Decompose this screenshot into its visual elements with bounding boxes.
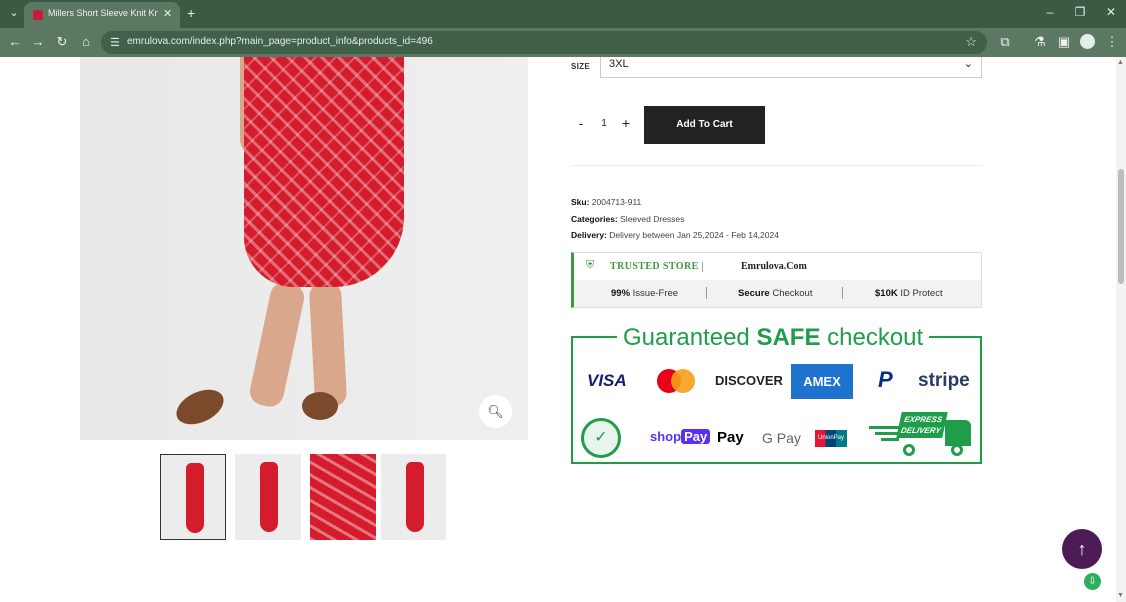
delivery-line: Delivery: Delivery between Jan 25,2024 -… bbox=[571, 230, 779, 240]
close-icon[interactable]: ✕ bbox=[163, 7, 172, 20]
divider bbox=[571, 165, 982, 166]
model-leg bbox=[247, 279, 307, 410]
browser-toolbar: ← → ↻ ⌂ ☰ emrulova.com/index.php?main_pa… bbox=[0, 28, 1126, 57]
favicon bbox=[33, 10, 43, 20]
sidepanel-icon[interactable]: ▣ bbox=[1056, 34, 1072, 50]
dress bbox=[244, 57, 404, 287]
address-bar[interactable]: ☰ emrulova.com/index.php?main_page=produ… bbox=[101, 31, 987, 54]
chevron-down-icon: ⌄ bbox=[963, 58, 973, 70]
download-icon[interactable]: ⇩ bbox=[1084, 573, 1101, 590]
restore-icon[interactable]: ❐ bbox=[1070, 5, 1090, 19]
tune-icon[interactable]: ☰ bbox=[110, 36, 120, 49]
paypal-logo: P bbox=[878, 367, 893, 392]
thumbnail-3[interactable] bbox=[310, 454, 376, 540]
categories-line: Categories: Sleeved Dresses bbox=[571, 214, 685, 224]
sandal bbox=[171, 382, 229, 432]
scroll-up-arrow-icon[interactable]: ▲ bbox=[1117, 59, 1124, 66]
home-icon[interactable]: ⌂ bbox=[78, 34, 94, 50]
browser-tab[interactable]: Millers Short Sleeve Knit Knee l ✕ bbox=[24, 2, 180, 28]
zoom-in-icon[interactable]: 🔍︎ bbox=[479, 395, 512, 428]
thumbnail-4[interactable] bbox=[381, 454, 446, 540]
forward-arrow-icon[interactable]: → bbox=[30, 34, 46, 50]
safe-checkout-title: Guaranteed SAFE checkout bbox=[617, 324, 930, 352]
shoppay-logo: shop Pay bbox=[650, 429, 711, 444]
category-link[interactable]: Sleeved Dresses bbox=[620, 214, 684, 224]
sku-line: Sku: 2004713-911 bbox=[571, 197, 642, 207]
back-arrow-icon[interactable]: ← bbox=[7, 34, 23, 50]
browser-tab-bar: ⌄ Millers Short Sleeve Knit Knee l ✕ + –… bbox=[0, 0, 1126, 28]
trust-badge-box: ⛨ TRUSTED STORE Emrulova.Com 99% Issue-F… bbox=[571, 252, 982, 308]
scroll-down-arrow-icon[interactable]: ▼ bbox=[1117, 592, 1124, 599]
store-name: Emrulova.Com bbox=[741, 261, 807, 272]
amex-logo: AMEX bbox=[791, 364, 853, 399]
page-scrollbar[interactable]: ▲ ▼ bbox=[1116, 57, 1126, 602]
kebab-icon[interactable]: ⋮ bbox=[1104, 34, 1120, 50]
size-label: SIZE bbox=[571, 62, 590, 71]
applepay-logo: Pay bbox=[717, 429, 744, 446]
chevron-down-icon[interactable]: ⌄ bbox=[6, 5, 22, 21]
minimize-icon[interactable]: – bbox=[1040, 5, 1060, 19]
qty-increment-button[interactable]: + bbox=[619, 115, 633, 131]
qty-value[interactable]: 1 bbox=[599, 118, 609, 129]
reload-icon[interactable]: ↻ bbox=[54, 34, 70, 50]
profile-icon[interactable] bbox=[1080, 34, 1095, 49]
add-to-cart-button[interactable]: Add To Cart bbox=[644, 106, 765, 144]
stripe-logo: stripe bbox=[918, 370, 970, 391]
tab-title: Millers Short Sleeve Knit Knee l bbox=[48, 8, 158, 18]
size-select[interactable]: 3XL ⌄ bbox=[600, 57, 982, 78]
express-delivery-logo: EXPRESS DELIVERY bbox=[869, 412, 977, 460]
thumbnail-2[interactable] bbox=[235, 454, 301, 540]
window-close-icon[interactable]: ✕ bbox=[1101, 5, 1121, 19]
safe-secure-seal: ✓ bbox=[581, 418, 621, 458]
product-main-image[interactable]: 🔍︎ bbox=[80, 57, 528, 440]
visa-logo: VISA bbox=[587, 371, 627, 390]
unionpay-logo: UnionPay bbox=[815, 430, 847, 447]
trusted-store-label: TRUSTED STORE bbox=[610, 261, 699, 272]
qty-decrement-button[interactable]: - bbox=[574, 115, 588, 131]
googlepay-logo: G Pay bbox=[762, 430, 801, 446]
size-value: 3XL bbox=[609, 58, 629, 70]
puzzle-icon[interactable]: ⧉ bbox=[997, 34, 1013, 50]
star-icon[interactable]: ☆ bbox=[965, 34, 977, 50]
scroll-to-top-button[interactable]: ↑ bbox=[1062, 529, 1102, 569]
plus-icon[interactable]: + bbox=[187, 5, 195, 21]
trust-item: Secure Checkout bbox=[738, 288, 813, 299]
scroll-thumb[interactable] bbox=[1118, 169, 1124, 284]
flask-icon[interactable]: ⚗ bbox=[1032, 34, 1048, 50]
trust-item: $10K ID Protect bbox=[875, 288, 943, 299]
model-leg bbox=[308, 281, 348, 408]
trust-item: 99% Issue-Free bbox=[611, 288, 679, 299]
product-page: 🔍︎ SIZE 3XL ⌄ - 1 + Add To Cart Sku: 200… bbox=[0, 57, 1116, 602]
shield-icon: ⛨ bbox=[586, 259, 595, 271]
thumbnail-1[interactable] bbox=[160, 454, 226, 540]
discover-logo: DISCOVER bbox=[715, 373, 783, 388]
url-text[interactable]: emrulova.com/index.php?main_page=product… bbox=[127, 36, 433, 47]
sandal bbox=[302, 392, 338, 420]
safe-checkout-banner: Guaranteed SAFE checkout VISA DISCOVER A… bbox=[571, 324, 982, 464]
